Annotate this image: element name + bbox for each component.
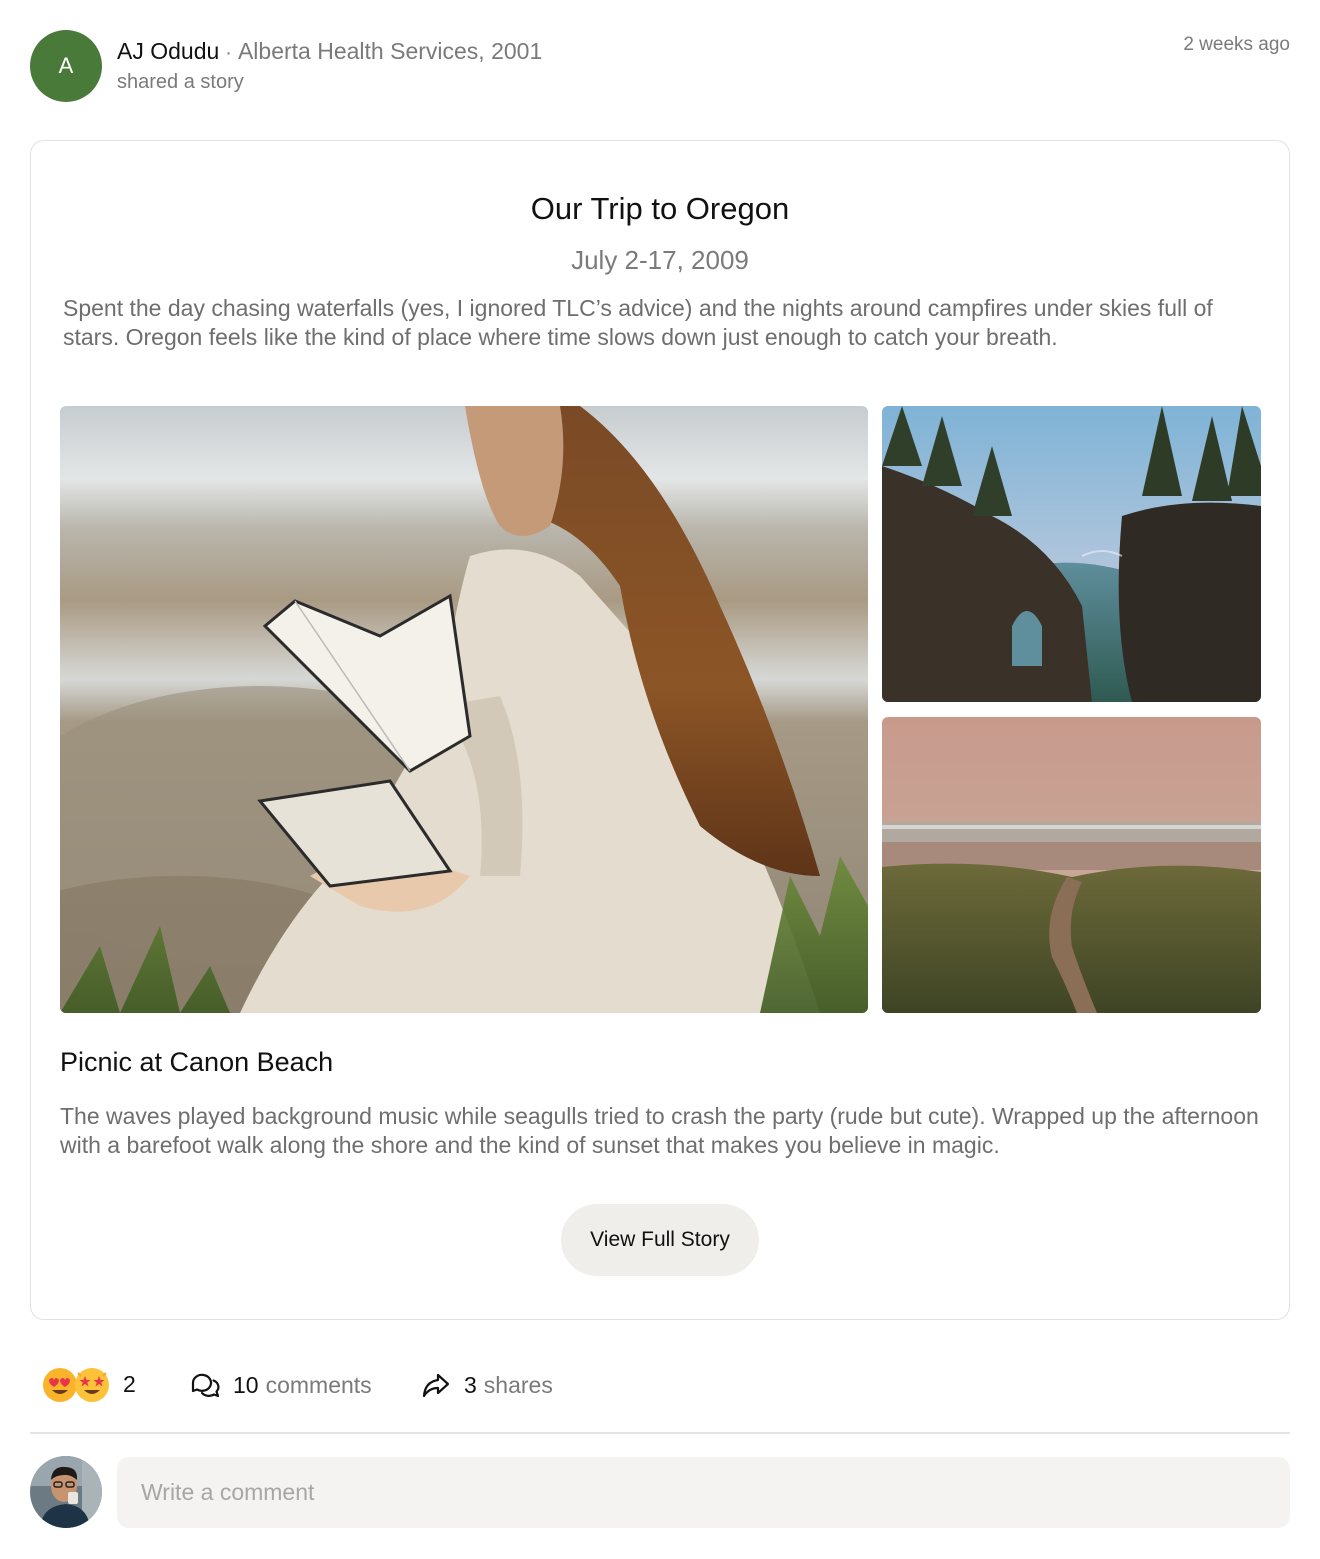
shares-button[interactable]: 3 shares <box>420 1365 553 1405</box>
comments-button[interactable]: 10 comments <box>189 1365 372 1405</box>
beach-dunes-trail-photo[interactable] <box>882 717 1261 1013</box>
star-struck-emoji-icon[interactable] <box>74 1367 110 1403</box>
story-post: A AJ Odudu · Alberta Health Services, 2001… <box>0 0 1320 1559</box>
comment-bubbles-icon <box>191 1373 220 1398</box>
woman-reading-on-beach-photo[interactable] <box>60 406 868 1013</box>
avatar-initial: A <box>58 53 74 78</box>
author-avatar[interactable]: A <box>30 30 102 102</box>
comments-count: 10 <box>233 1371 259 1398</box>
current-user-avatar[interactable] <box>30 1456 102 1528</box>
comment-input[interactable] <box>117 1457 1290 1528</box>
story-section-title: Picnic at Canon Beach <box>60 1047 334 1077</box>
comments-label: comments <box>265 1371 372 1398</box>
story-title: Our Trip to Oregon <box>530 191 790 226</box>
shares-count: 3 <box>464 1371 477 1398</box>
sea-cliffs-arch-photo[interactable] <box>882 406 1261 702</box>
author-organization: Alberta Health Services, 2001 <box>237 38 543 64</box>
shares-label: shares <box>483 1371 553 1398</box>
post-action-text: shared a story <box>117 71 244 93</box>
heart-eyes-emoji-icon[interactable] <box>42 1367 78 1403</box>
post-header: A AJ Odudu · Alberta Health Services, 2001… <box>30 30 1290 102</box>
reaction-count: 2 <box>123 1371 136 1397</box>
share-arrow-icon <box>422 1373 450 1398</box>
view-full-story-button[interactable]: View Full Story <box>561 1204 759 1276</box>
post-timestamp: 2 weeks ago <box>1183 34 1290 55</box>
author-name[interactable]: AJ Odudu <box>117 38 219 64</box>
story-date: July 2-17, 2009 <box>571 245 749 275</box>
engagement-bar: 2 10 comments 3 shares <box>42 1363 1282 1407</box>
author-line: AJ Odudu · Alberta Health Services, 2001 <box>117 38 542 65</box>
story-intro: Spent the day chasing waterfalls (yes, I… <box>63 295 1213 350</box>
engagement-divider <box>30 1432 1290 1434</box>
story-card[interactable]: Our Trip to Oregon July 2-17, 2009 Spent… <box>30 140 1290 1320</box>
story-section-body: The waves played background music while … <box>60 1103 1259 1158</box>
author-separator: · <box>225 42 232 64</box>
